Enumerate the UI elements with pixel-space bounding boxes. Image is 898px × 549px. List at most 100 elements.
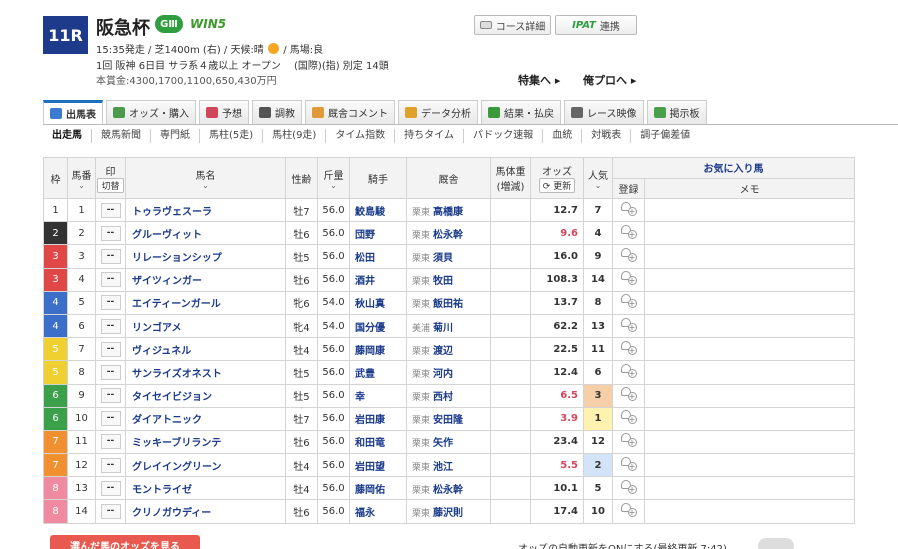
odds-cell[interactable]: 23.4 <box>530 429 584 455</box>
ipat-link-button[interactable]: IPAT 連携 <box>555 15 637 35</box>
trainer-link[interactable]: 安田隆 <box>433 415 463 426</box>
horse-name-cell[interactable]: サンライズオネスト <box>125 360 286 385</box>
trainer-link[interactable]: 池江 <box>433 462 453 473</box>
memo-cell[interactable] <box>644 244 855 269</box>
horse-name-link[interactable]: ヴィジュネル <box>132 346 191 357</box>
sub-tab-0[interactable]: 出走馬 <box>43 129 92 143</box>
trainer-cell[interactable]: 栗東 松永幹 <box>406 221 491 246</box>
horse-name-link[interactable]: リレーションシップ <box>132 253 222 264</box>
main-tab-2[interactable]: 予想 <box>199 100 249 124</box>
odds-cell[interactable]: 22.5 <box>530 337 584 362</box>
main-tab-8[interactable]: 掲示板 <box>646 100 707 124</box>
main-tab-1[interactable]: オッズ・購入 <box>106 100 196 124</box>
memo-cell[interactable] <box>644 453 855 478</box>
jockey-cell[interactable]: 鮫島駿 <box>349 197 407 223</box>
mark-select[interactable]: -- <box>100 480 121 496</box>
horse-name-cell[interactable]: トゥラヴェスーラ <box>125 197 286 223</box>
mark-select[interactable]: -- <box>100 248 121 264</box>
horse-name-cell[interactable]: ダイアトニック <box>125 406 286 431</box>
horse-name-cell[interactable]: リンゴアメ <box>125 313 286 339</box>
horse-name-cell[interactable]: リレーションシップ <box>125 244 286 269</box>
memo-cell[interactable] <box>644 476 855 501</box>
trainer-cell[interactable]: 栗東 安田隆 <box>406 406 491 431</box>
trainer-link[interactable]: 菊川 <box>433 323 453 334</box>
odds-cell[interactable]: 12.7 <box>530 197 584 223</box>
favorite-register-cell[interactable]: + <box>612 360 645 385</box>
jockey-link[interactable]: 福永 <box>355 508 375 519</box>
trainer-link[interactable]: 飯田祐 <box>433 299 463 310</box>
memo-cell[interactable] <box>644 429 855 455</box>
trainer-cell[interactable]: 美浦 菊川 <box>406 313 491 339</box>
horse-name-cell[interactable]: ヴィジュネル <box>125 337 286 362</box>
jockey-link[interactable]: 和田竜 <box>355 438 385 449</box>
trainer-link[interactable]: 牧田 <box>433 276 453 287</box>
jockey-link[interactable]: 秋山真 <box>355 299 385 310</box>
odds-cell[interactable]: 9.6 <box>530 221 584 246</box>
course-detail-button[interactable]: コース詳細 <box>474 15 551 35</box>
add-favorite-icon[interactable]: + <box>620 503 637 518</box>
chevron-down-icon[interactable]: ⌄ <box>126 181 285 190</box>
sub-tab-6[interactable]: 持ちタイム <box>395 129 464 143</box>
mark-select[interactable]: -- <box>100 272 121 288</box>
horse-name-link[interactable]: ザイツィンガー <box>132 276 202 287</box>
mark-select[interactable]: -- <box>100 225 121 241</box>
jockey-link[interactable]: 団野 <box>355 230 375 241</box>
horse-name-cell[interactable]: タイセイビジョン <box>125 383 286 408</box>
sub-tab-5[interactable]: タイム指数 <box>326 129 396 143</box>
jockey-link[interactable]: 幸 <box>355 392 365 403</box>
selected-odds-banner[interactable]: 選んだ馬のオッズを見る <box>50 535 200 549</box>
jockey-link[interactable]: 国分優 <box>355 323 385 334</box>
jockey-cell[interactable]: 団野 <box>349 221 407 246</box>
jockey-link[interactable]: 松田 <box>355 253 375 264</box>
mark-select[interactable]: -- <box>100 295 121 311</box>
trainer-cell[interactable]: 栗東 矢作 <box>406 429 491 455</box>
main-tab-0[interactable]: 出馬表 <box>43 100 103 124</box>
memo-cell[interactable] <box>644 290 855 315</box>
chevron-down-icon[interactable]: ⌄ <box>68 181 95 190</box>
add-favorite-icon[interactable]: + <box>620 201 637 216</box>
jockey-cell[interactable]: 藤岡佑 <box>349 476 407 501</box>
chevron-down-icon[interactable]: ⌄ <box>584 181 612 190</box>
jockey-cell[interactable]: 和田竜 <box>349 429 407 455</box>
odds-cell[interactable]: 62.2 <box>530 313 584 339</box>
trainer-cell[interactable]: 栗東 松永幹 <box>406 476 491 501</box>
trainer-cell[interactable]: 栗東 渡辺 <box>406 337 491 362</box>
mark-select[interactable]: -- <box>100 364 121 380</box>
horse-name-link[interactable]: サンライズオネスト <box>132 369 222 380</box>
jockey-cell[interactable]: 幸 <box>349 383 407 408</box>
mark-toggle-button[interactable]: 切替 <box>97 178 124 193</box>
trainer-link[interactable]: 西村 <box>433 392 453 403</box>
sub-tab-9[interactable]: 対戦表 <box>582 129 632 143</box>
odds-cell[interactable]: 3.9 <box>530 406 584 431</box>
jockey-cell[interactable]: 福永 <box>349 499 407 524</box>
sub-tab-3[interactable]: 馬柱(5走) <box>200 129 264 143</box>
trainer-cell[interactable]: 栗東 池江 <box>406 453 491 478</box>
orepro-link[interactable]: 俺プロへ ▸ <box>583 72 636 88</box>
sub-tab-1[interactable]: 競馬新聞 <box>92 129 151 143</box>
jockey-cell[interactable]: 岩田康 <box>349 406 407 431</box>
mark-select[interactable]: -- <box>100 457 121 473</box>
main-tab-4[interactable]: 厩舎コメント <box>305 100 395 124</box>
horse-name-link[interactable]: ダイアトニック <box>132 415 202 426</box>
jockey-cell[interactable]: 秋山真 <box>349 290 407 315</box>
jockey-cell[interactable]: 藤岡康 <box>349 337 407 362</box>
horse-name-link[interactable]: ミッキーブリランテ <box>132 438 221 449</box>
add-favorite-icon[interactable]: + <box>620 387 637 402</box>
jockey-cell[interactable]: 酒井 <box>349 267 407 292</box>
horse-name-cell[interactable]: クリノガウディー <box>125 499 286 524</box>
add-favorite-icon[interactable]: + <box>620 271 637 286</box>
jockey-link[interactable]: 藤岡康 <box>355 346 385 357</box>
horse-name-link[interactable]: エイティーンガール <box>132 299 221 310</box>
win5-badge[interactable]: WIN5 <box>190 17 226 31</box>
mark-select[interactable]: -- <box>100 341 121 357</box>
horse-name-cell[interactable]: エイティーンガール <box>125 290 286 315</box>
trainer-cell[interactable]: 栗東 藤沢則 <box>406 499 491 524</box>
horse-name-link[interactable]: グレイイングリーン <box>132 462 222 473</box>
horse-name-link[interactable]: リンゴアメ <box>132 323 182 334</box>
trainer-cell[interactable]: 栗東 河内 <box>406 360 491 385</box>
header-umaban[interactable]: 馬番 ⌄ <box>67 157 96 199</box>
jockey-link[interactable]: 藤岡佑 <box>355 485 385 496</box>
favorite-register-cell[interactable]: + <box>612 429 645 455</box>
memo-cell[interactable] <box>644 337 855 362</box>
sub-tab-7[interactable]: パドック速報 <box>464 129 544 143</box>
